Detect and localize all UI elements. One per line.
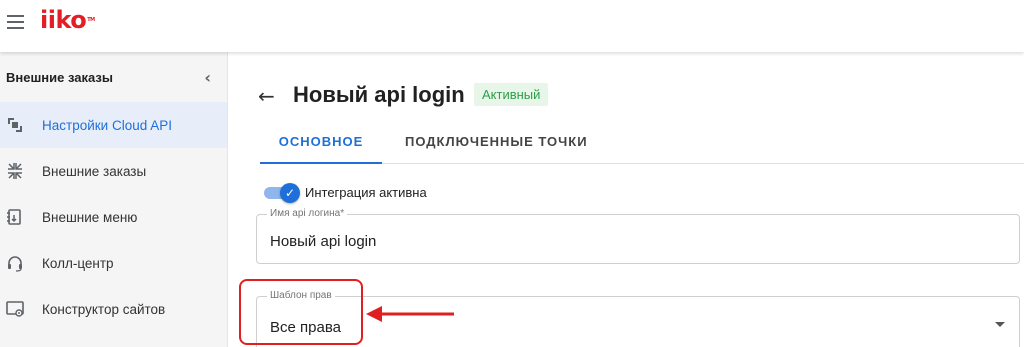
annotation-highlight-box xyxy=(239,279,363,345)
tab-general[interactable]: ОСНОВНОЕ xyxy=(260,122,382,164)
top-app-bar: iikoTM xyxy=(0,0,1024,52)
headset-icon xyxy=(6,254,42,272)
sidebar-item-label: Конструктор сайтов xyxy=(42,301,166,317)
sidebar-item-label: Колл-центр xyxy=(42,255,114,271)
sidebar-item-label: Внешние меню xyxy=(42,209,138,225)
tab-bar: ОСНОВНОЕ ПОДКЛЮЧЕННЫЕ ТОЧКИ xyxy=(260,122,1024,164)
status-badge: Активный xyxy=(474,83,549,106)
site-builder-icon xyxy=(6,300,42,318)
api-login-name-value: Новый api login xyxy=(270,233,377,250)
external-orders-icon xyxy=(6,162,42,180)
checkmark-icon: ✓ xyxy=(280,183,300,203)
sidebar-item-cloud-api-settings[interactable]: Настройки Cloud API xyxy=(0,102,227,148)
chevron-left-icon[interactable]: ‹ xyxy=(204,68,211,87)
integration-active-label: Интеграция активна xyxy=(305,185,427,200)
back-arrow-icon[interactable]: ← xyxy=(258,86,275,106)
iiko-logo[interactable]: iikoTM xyxy=(40,5,95,35)
cloud-settings-icon xyxy=(6,116,42,134)
integration-active-toggle[interactable]: ✓ xyxy=(264,183,300,203)
sidebar-item-external-menus[interactable]: Внешние меню xyxy=(0,194,227,240)
sidebar-item-site-builder[interactable]: Конструктор сайтов xyxy=(0,286,227,332)
page-title: Новый api login xyxy=(293,82,465,107)
sidebar-item-label: Настройки Cloud API xyxy=(42,117,172,133)
external-menu-icon xyxy=(6,208,42,226)
sidebar-item-external-orders[interactable]: Внешние заказы xyxy=(0,148,227,194)
tab-connected-points[interactable]: ПОДКЛЮЧЕННЫЕ ТОЧКИ xyxy=(405,122,588,164)
sidebar: Внешние заказы ‹ Настройки Cloud API Вне… xyxy=(0,52,228,347)
sidebar-item-label: Внешние заказы xyxy=(42,163,147,179)
main-content: ← Новый api login Активный ОСНОВНОЕ ПОДК… xyxy=(228,52,1024,347)
hamburger-menu-icon[interactable] xyxy=(7,12,27,30)
logo-text: iiko xyxy=(40,6,87,34)
sidebar-section-title: Внешние заказы xyxy=(6,69,113,85)
logo-trademark: TM xyxy=(87,17,95,23)
sidebar-section-header: Внешние заказы ‹ xyxy=(0,52,227,102)
sidebar-item-call-center[interactable]: Колл-центр xyxy=(0,240,227,286)
annotation-arrow-icon xyxy=(366,306,454,322)
dropdown-caret-icon[interactable] xyxy=(995,322,1005,327)
api-login-name-label: Имя api логина* xyxy=(267,208,348,219)
api-login-name-field[interactable]: Имя api логина* Новый api login xyxy=(256,208,1020,264)
